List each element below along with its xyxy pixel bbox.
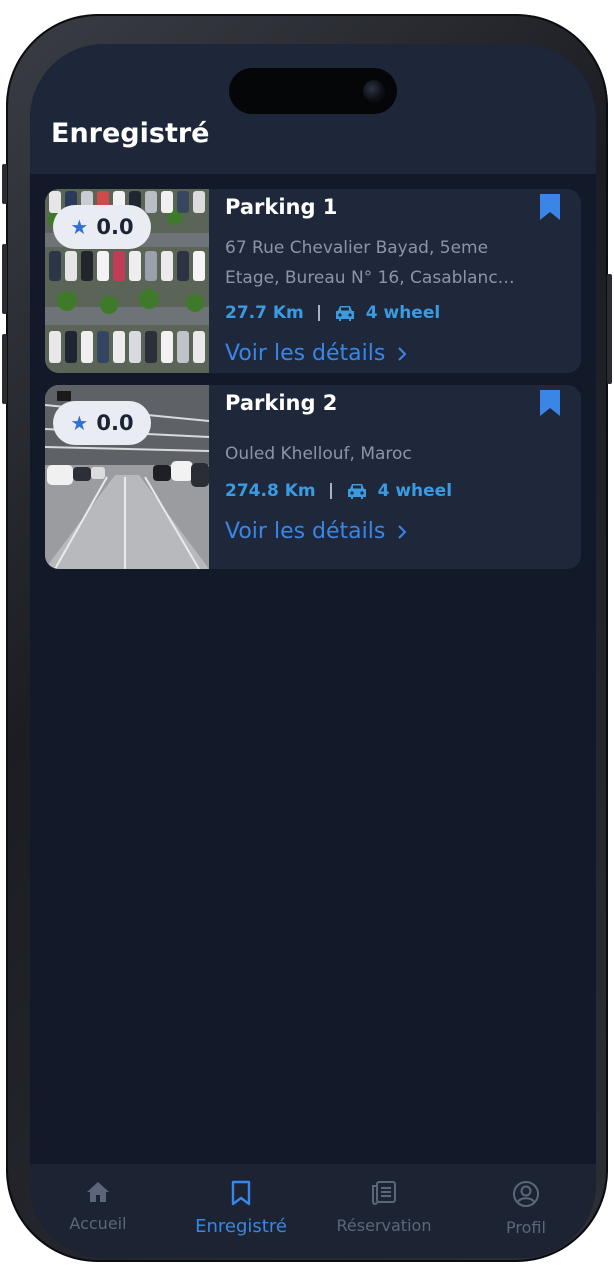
page-title: Enregistré: [51, 118, 210, 149]
bookmark-icon[interactable]: [539, 193, 561, 221]
star-icon: ★: [70, 411, 89, 435]
tab-label: Réservation: [336, 1216, 432, 1235]
tab-label: Enregistré: [195, 1216, 287, 1237]
parking-address-line-1: 67 Rue Chevalier Bayad, 5eme: [225, 238, 489, 258]
parking-info: Parking 1 67 Rue Chevalier Bayad, 5eme E…: [225, 189, 571, 373]
rating-value: 0.0: [96, 215, 134, 239]
parking-name: Parking 1: [225, 195, 338, 219]
details-label: Voir les détails: [225, 519, 386, 544]
parking-name: Parking 2: [225, 391, 338, 415]
newspaper-icon: [372, 1181, 396, 1205]
home-icon: [87, 1182, 109, 1202]
parking-image: ★ 0.0: [45, 385, 209, 569]
distance: 274.8 Km: [225, 481, 316, 501]
tab-accueil[interactable]: Accueil: [30, 1180, 168, 1250]
tab-reservation[interactable]: Réservation: [314, 1180, 454, 1250]
parking-address: Ouled Khellouf, Maroc: [225, 444, 412, 464]
tab-profil[interactable]: Profil: [456, 1180, 596, 1250]
parking-meta: 274.8 Km 4 wheel: [225, 481, 452, 501]
parking-card[interactable]: ★ 0.0 Parking 1 67 Rue Chevalier Bayad, …: [45, 189, 581, 373]
vehicle-type: 4 wheel: [377, 481, 453, 501]
rating-value: 0.0: [96, 411, 134, 435]
camera-icon: [363, 80, 385, 102]
bottom-tab-bar: Accueil Enregistré Réservation Profil: [30, 1164, 596, 1258]
power-button: [607, 274, 612, 384]
parking-info: Parking 2 Ouled Khellouf, Maroc 274.8 Km…: [225, 385, 571, 569]
parking-meta: 27.7 Km 4 wheel: [225, 303, 440, 323]
car-icon: [335, 306, 354, 321]
volume-down-button: [2, 334, 7, 404]
chevron-right-icon: [398, 346, 407, 361]
chevron-right-icon: [398, 524, 407, 539]
divider: [317, 305, 320, 321]
parking-image: ★ 0.0: [45, 189, 209, 373]
dynamic-island: [229, 68, 397, 114]
volume-up-button: [2, 244, 7, 314]
parking-address-line-2: Etage, Bureau N° 16, Casablanc…: [225, 268, 515, 288]
details-label: Voir les détails: [225, 341, 386, 366]
details-link[interactable]: Voir les détails: [225, 341, 407, 366]
rating-badge: ★ 0.0: [53, 205, 151, 249]
star-icon: ★: [70, 215, 89, 239]
bookmark-icon: [231, 1180, 251, 1206]
bookmark-icon[interactable]: [539, 389, 561, 417]
tab-label: Profil: [506, 1218, 546, 1237]
details-link[interactable]: Voir les détails: [225, 519, 407, 544]
phone-frame: Enregistré ★ 0.0 Parking 1 67 Rue Cheval…: [2, 14, 612, 1262]
tab-enregistre[interactable]: Enregistré: [171, 1180, 311, 1250]
tab-label: Accueil: [69, 1214, 127, 1233]
distance: 27.7 Km: [225, 303, 304, 323]
user-circle-icon: [513, 1181, 539, 1207]
vehicle-type: 4 wheel: [365, 303, 441, 323]
screen: Enregistré ★ 0.0 Parking 1 67 Rue Cheval…: [30, 44, 596, 1258]
parking-card[interactable]: ★ 0.0 Parking 2 Ouled Khellouf, Maroc 27…: [45, 385, 581, 569]
divider: [329, 483, 332, 499]
car-icon: [347, 484, 366, 499]
rating-badge: ★ 0.0: [53, 401, 151, 445]
action-button: [2, 164, 7, 204]
